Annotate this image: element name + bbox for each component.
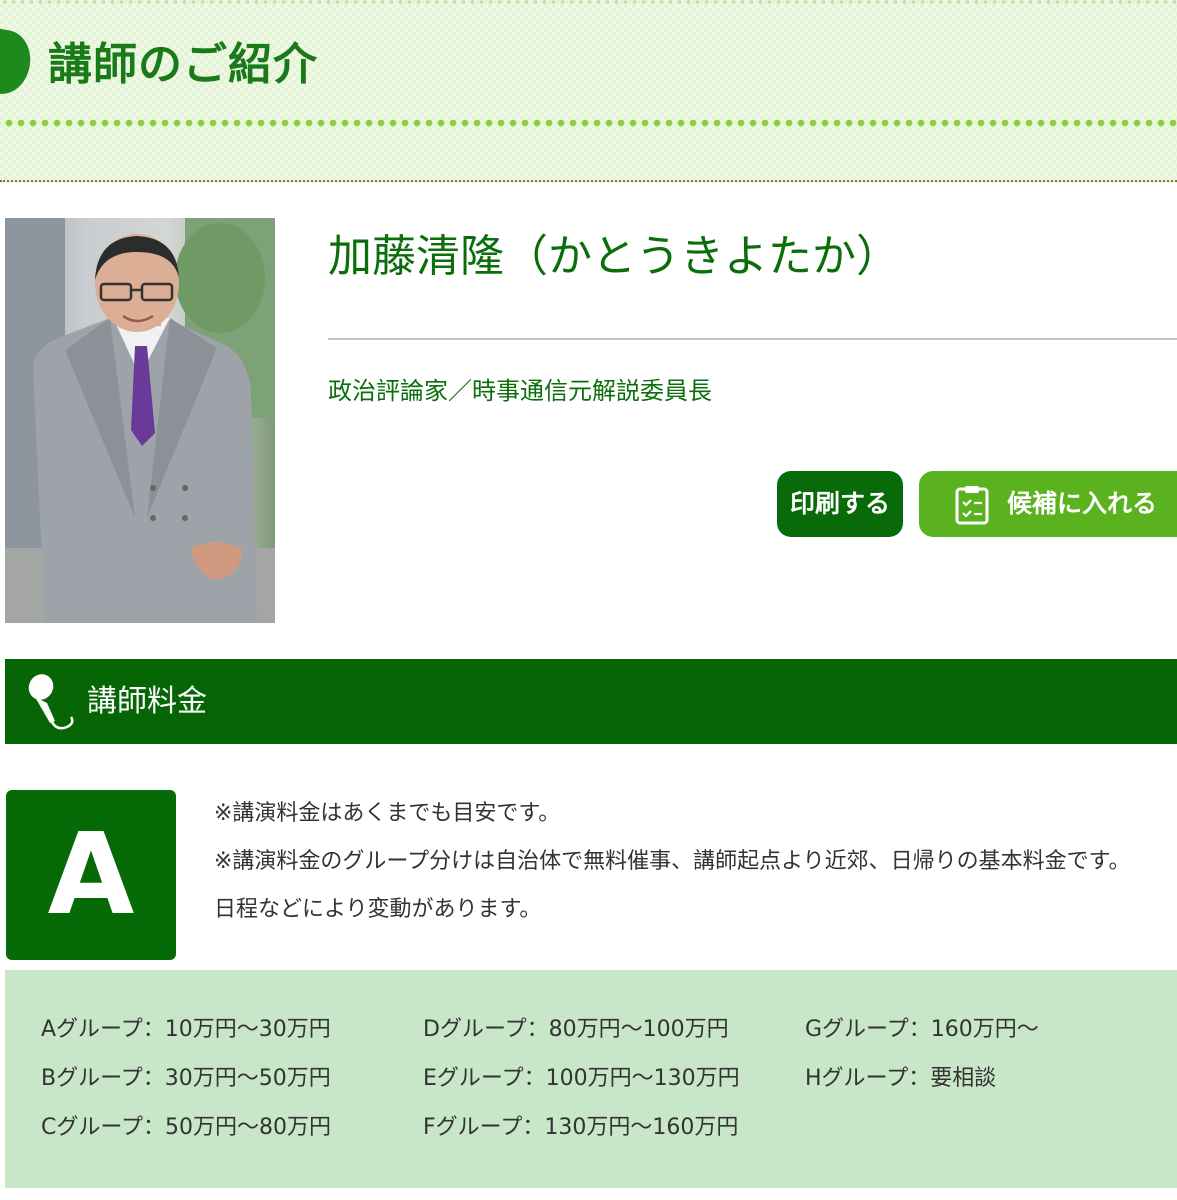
print-button[interactable]: 印刷する [777, 471, 903, 537]
fee-group-item: Cグループ：50万円〜80万円 [41, 1115, 332, 1140]
fee-note: 日程などにより変動があります。 [214, 897, 542, 922]
name-divider [328, 338, 1177, 340]
header-divider [0, 180, 1177, 182]
header-dotted-border [0, 118, 1177, 128]
header-top-border [0, 0, 1177, 4]
fee-group-table: Aグループ：10万円〜30万円 Bグループ：30万円〜50万円 Cグループ：50… [5, 970, 1177, 1188]
clipboard-icon [955, 486, 989, 525]
fee-notes: ※講演料金はあくまでも目安です。 ※講演料金のグループ分けは自治体で無料催事、講… [214, 790, 1177, 934]
speaker-name: 加藤清隆（かとうきよたか） [328, 231, 900, 282]
speaker-photo [5, 218, 275, 623]
fee-grade-badge: A [6, 790, 176, 960]
fee-section-title: 講師料金 [87, 684, 207, 719]
page-title: 講師のご紹介 [48, 39, 318, 90]
fee-section-header: 講師料金 [5, 659, 1177, 744]
page-header: 講師のご紹介 [0, 0, 1177, 183]
fee-group-item: Gグループ：160万円〜 [805, 1017, 1039, 1042]
fee-group-column: Dグループ：80万円〜100万円 Eグループ：100万円〜130万円 Fグループ… [423, 1005, 740, 1152]
speaker-title: 政治評論家／時事通信元解説委員長 [328, 377, 712, 405]
microphone-icon [28, 674, 74, 730]
add-candidate-label: 候補に入れる [1007, 489, 1158, 518]
fee-group-item: Eグループ：100万円〜130万円 [423, 1066, 740, 1091]
fee-group-item: Hグループ：要相談 [805, 1066, 997, 1091]
add-candidate-button[interactable]: 候補に入れる [919, 471, 1177, 537]
fee-note: ※講演料金のグループ分けは自治体で無料催事、講師起点より近郊、日帰りの基本料金で… [214, 849, 1131, 874]
print-button-label: 印刷する [789, 489, 890, 518]
fee-group-column: Gグループ：160万円〜 Hグループ：要相談 [805, 1005, 1039, 1103]
fee-group-item: Dグループ：80万円〜100万円 [423, 1017, 729, 1042]
fee-note: ※講演料金はあくまでも目安です。 [214, 801, 561, 826]
fee-group-item: Fグループ：130万円〜160万円 [423, 1115, 739, 1140]
fee-group-item: Bグループ：30万円〜50万円 [41, 1066, 331, 1091]
leaf-icon [0, 25, 36, 99]
fee-group-item: Aグループ：10万円〜30万円 [41, 1017, 331, 1042]
fee-group-column: Aグループ：10万円〜30万円 Bグループ：30万円〜50万円 Cグループ：50… [41, 1005, 331, 1152]
